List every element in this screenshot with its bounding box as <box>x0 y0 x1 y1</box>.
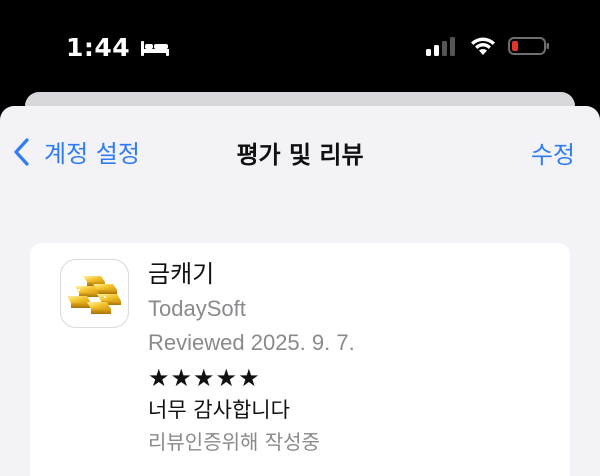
page-title: 평가 및 리뷰 <box>236 141 364 169</box>
review-card[interactable]: 금캐기 TodaySoft Reviewed 2025. 9. 7. ★★★★★… <box>30 243 570 476</box>
star-rating: ★★★★★ <box>148 364 261 392</box>
status-time: 1:44 <box>66 33 131 62</box>
review-status: 리뷰인증위해 작성중 <box>148 430 320 454</box>
battery-low-icon <box>508 37 549 55</box>
reviews-sheet: 계정 설정 평가 및 리뷰 수정 금캐기 TodaySoft Reviewed … <box>0 106 600 476</box>
review-title: 너무 감사합니다 <box>148 398 290 422</box>
status-right-icons <box>426 36 550 56</box>
status-bar: 1:44 <box>0 0 600 98</box>
wifi-icon <box>471 37 495 55</box>
navigation-bar: 계정 설정 평가 및 리뷰 수정 <box>0 106 600 196</box>
review-info: 금캐기 TodaySoft Reviewed 2025. 9. 7. ★★★★★… <box>148 257 355 457</box>
review-date: Reviewed 2025. 9. 7. <box>148 330 355 355</box>
developer-name: TodaySoft <box>148 296 246 321</box>
edit-button[interactable]: 수정 <box>531 135 575 170</box>
time-group: 1:44 <box>66 33 170 62</box>
app-name[interactable]: 금캐기 <box>148 257 355 291</box>
cellular-signal-icon <box>426 37 455 56</box>
bed-icon <box>141 40 170 56</box>
gold-bars-icon <box>60 259 129 328</box>
